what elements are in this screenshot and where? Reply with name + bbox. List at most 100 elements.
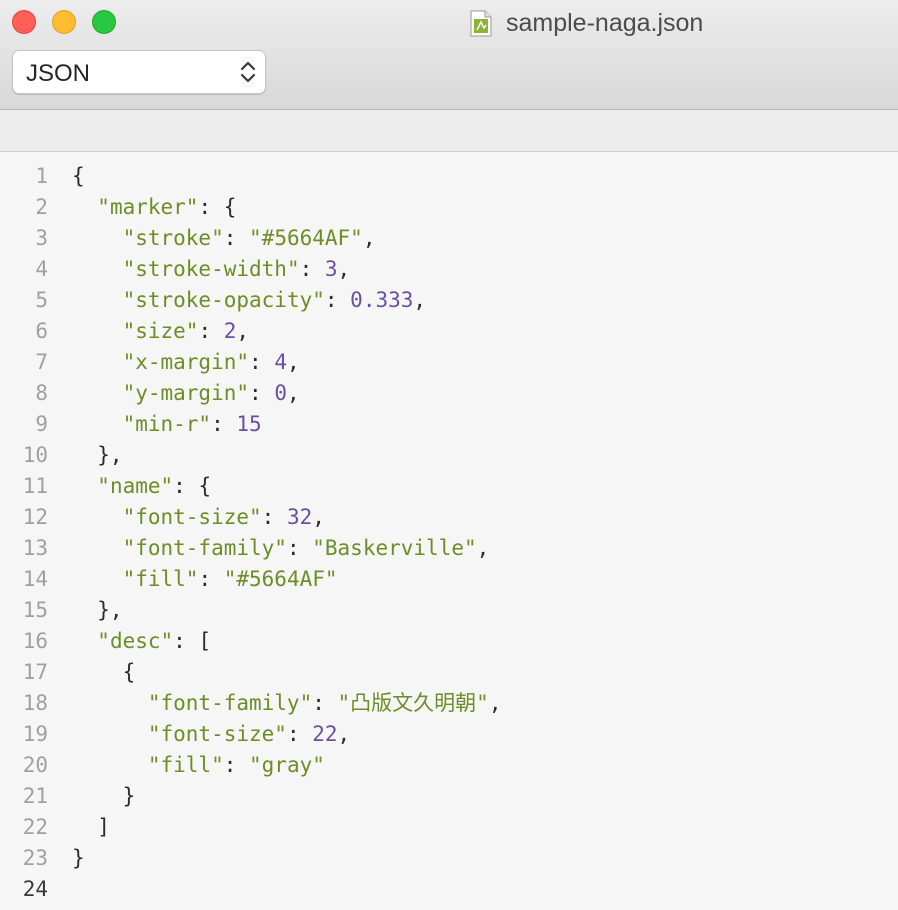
minimize-window-button[interactable] [52,10,76,34]
code-text: "stroke-opacity": 0.333, [72,285,426,316]
code-line[interactable]: 8 "y-margin": 0, [0,378,898,409]
code-line[interactable]: 18 "font-family": "凸版文久明朝", [0,688,898,719]
code-text: "stroke": "#5664AF", [72,223,376,254]
code-line[interactable]: 17 { [0,657,898,688]
code-line[interactable]: 3 "stroke": "#5664AF", [0,223,898,254]
punctuation-token: , [337,257,351,281]
zoom-window-button[interactable] [92,10,116,34]
code-line[interactable]: 21 } [0,781,898,812]
code-text: } [72,781,136,812]
line-number: 6 [35,319,48,343]
string-token: "font-size" [147,722,287,746]
punctuation-token: : [249,381,275,405]
punctuation-token [72,722,148,746]
path-bar [0,110,898,152]
line-number: 16 [22,629,48,653]
code-editor[interactable]: 1{2 "marker": {3 "stroke": "#5664AF", 4 "… [0,152,898,910]
code-text: "y-margin": 0, [72,378,300,409]
json-file-icon [470,10,492,36]
line-number: 19 [22,722,48,746]
string-token: "size" [122,319,199,343]
code-line[interactable]: 7 "x-margin": 4, [0,347,898,378]
code-line[interactable]: 5 "stroke-opacity": 0.333, [0,285,898,316]
line-number: 14 [22,567,48,591]
punctuation-token: : [299,257,325,281]
punctuation-token [72,257,123,281]
title-bar: sample-naga.json JSON [0,0,898,110]
punctuation-token: : [223,226,250,250]
code-text: "font-size": 22, [72,719,350,750]
line-number: 7 [35,350,48,374]
punctuation-token: : [261,505,287,529]
code-text: ] [72,812,110,843]
punctuation-token: , [236,319,250,343]
number-token: 22 [312,722,338,746]
code-text: "font-size": 32, [72,502,325,533]
code-text: "font-family": "凸版文久明朝", [72,688,502,719]
code-line[interactable]: 16 "desc": [ [0,626,898,657]
punctuation-token: : [286,722,313,746]
code-line[interactable]: 19 "font-size": 22, [0,719,898,750]
code-line[interactable]: 20 "fill": "gray" [0,750,898,781]
line-number: 1 [35,164,48,188]
punctuation-token: }, [72,598,123,622]
punctuation-token: , [362,226,376,250]
code-line[interactable]: 10 }, [0,440,898,471]
punctuation-token: : { [173,474,212,498]
code-line[interactable]: 13 "font-family": "Baskerville", [0,533,898,564]
punctuation-token: : [ [173,629,212,653]
code-line[interactable]: 12 "font-size": 32, [0,502,898,533]
syntax-mode-select[interactable]: JSON [12,50,266,94]
punctuation-token: : [211,412,237,436]
line-number: 8 [35,381,48,405]
punctuation-token: ] [72,815,110,839]
string-token: "凸版文久明朝" [337,691,489,715]
code-line[interactable]: 23} [0,843,898,874]
string-token: "desc" [97,629,174,653]
line-number: 15 [22,598,48,622]
line-number: 5 [35,288,48,312]
number-token: 32 [286,505,313,529]
punctuation-token: , [337,722,351,746]
punctuation-token [72,319,123,343]
punctuation-token [72,226,123,250]
punctuation-token [72,412,123,436]
string-token: "Baskerville" [312,536,477,560]
code-line[interactable]: 2 "marker": { [0,192,898,223]
number-token: 15 [236,412,262,436]
code-line[interactable]: 14 "fill": "#5664AF" [0,564,898,595]
punctuation-token [72,381,123,405]
code-line[interactable]: 1{ [0,161,898,192]
code-text: }, [72,595,123,626]
code-text: "size": 2, [72,316,249,347]
string-token: "font-family" [147,691,313,715]
code-line[interactable]: 11 "name": { [0,471,898,502]
line-number: 12 [22,505,48,529]
punctuation-token [72,536,123,560]
code-line[interactable]: 15 }, [0,595,898,626]
punctuation-token: , [312,505,325,529]
punctuation-token [72,350,123,374]
punctuation-token: : [249,350,275,374]
close-window-button[interactable] [12,10,36,34]
code-line[interactable]: 6 "size": 2, [0,316,898,347]
number-token: 4 [274,350,287,374]
code-line[interactable]: 4 "stroke-width": 3, [0,254,898,285]
code-text: "name": { [72,471,211,502]
punctuation-token: { [72,660,136,684]
code-line[interactable]: 24 [0,874,898,905]
string-token: "stroke-width" [122,257,300,281]
string-token: "min-r" [122,412,212,436]
code-text: { [72,657,136,688]
code-text: "font-family": "Baskerville", [72,533,490,564]
code-text: "x-margin": 4, [72,347,300,378]
string-token: "font-size" [122,505,262,529]
code-line[interactable]: 22 ] [0,812,898,843]
code-text: "stroke-width": 3, [72,254,351,285]
code-line[interactable]: 9 "min-r": 15 [0,409,898,440]
editor-window: sample-naga.json JSON 1{2 "marker": {3 "… [0,0,898,910]
code-text: } [72,843,85,874]
code-text: }, [72,440,122,471]
number-token: 0 [274,381,287,405]
punctuation-token: : [198,319,224,343]
